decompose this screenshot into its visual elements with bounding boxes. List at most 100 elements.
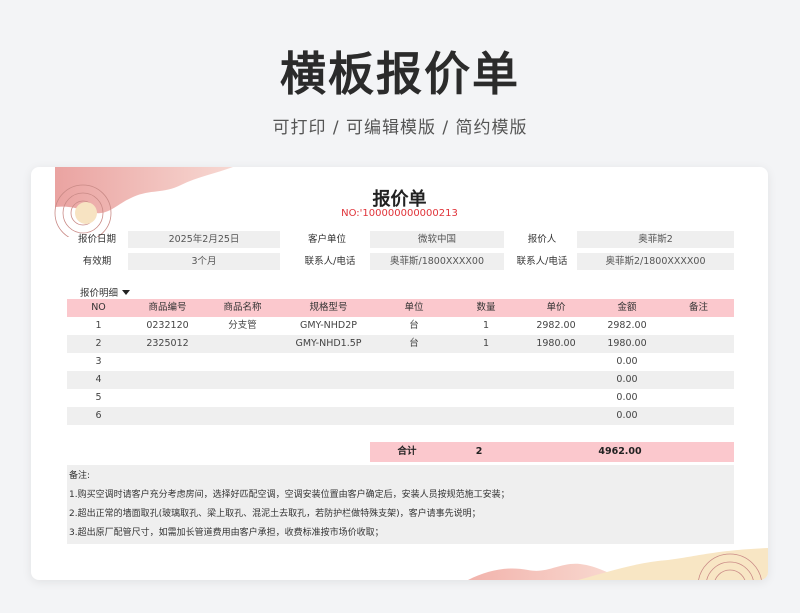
col-header-remark: 备注 <box>688 302 708 313</box>
validity-field[interactable]: 3个月 <box>128 253 280 270</box>
detail-section-label[interactable]: 报价明细 <box>80 285 131 299</box>
cell-qty[interactable] <box>451 407 521 425</box>
cell-price[interactable] <box>521 389 591 407</box>
notes-box[interactable]: 备注: 1.购买空调时请客户充分考虑房间，选择好匹配空调，空调安装位置由客户确定… <box>67 465 734 544</box>
total-qty: 2 <box>475 446 483 457</box>
quoter-field[interactable]: 奥菲斯2 <box>577 231 734 248</box>
cell-qty[interactable] <box>451 389 521 407</box>
cell-unit[interactable]: 台 <box>377 317 451 335</box>
cell-model[interactable]: GMY-NHD1.5P <box>280 335 377 353</box>
note-line-2: 2.超出正常的墙面取孔(玻璃取孔、梁上取孔、混泥土去取孔，若防护栏做特殊支架)，… <box>69 509 481 519</box>
decoration-bottom-right <box>468 548 768 580</box>
detail-label-text: 报价明细 <box>80 288 119 299</box>
cell-no[interactable]: 1 <box>67 317 130 335</box>
cell-price[interactable] <box>521 371 591 389</box>
table-row: 3 0.00 <box>67 353 734 371</box>
cell-model[interactable]: GMY-NHD2P <box>280 317 377 335</box>
client-contact-field[interactable]: 奥菲斯/1800XXXX00 <box>370 253 504 270</box>
cell-name[interactable] <box>205 371 280 389</box>
col-header-code: 商品编号 <box>148 302 187 313</box>
cell-unit[interactable]: 台 <box>377 335 451 353</box>
cell-code[interactable]: 0232120 <box>130 317 205 335</box>
cell-code[interactable]: 2325012 <box>130 335 205 353</box>
hero-subtitle: 可打印 / 可编辑模版 / 简约模版 <box>272 118 528 138</box>
note-line-3: 3.超出原厂配管尺寸，如需加长管道费用由客户承担，收费标准按市场价收取； <box>69 528 384 538</box>
doc-number: NO:'100000000000213 <box>341 208 458 219</box>
cell-model[interactable] <box>280 371 377 389</box>
cell-price[interactable] <box>521 353 591 371</box>
cell-unit[interactable] <box>377 371 451 389</box>
cell-model[interactable] <box>280 353 377 371</box>
cell-unit[interactable] <box>377 389 451 407</box>
total-label: 合计 <box>397 446 417 457</box>
cell-no[interactable]: 4 <box>67 371 130 389</box>
cell-remark[interactable] <box>663 389 734 407</box>
cell-no[interactable]: 3 <box>67 353 130 371</box>
quote-date-field[interactable]: 2025年2月25日 <box>128 231 280 248</box>
cell-name[interactable] <box>205 407 280 425</box>
cell-remark[interactable] <box>663 371 734 389</box>
cell-qty[interactable]: 1 <box>451 335 521 353</box>
cell-name[interactable] <box>205 335 280 353</box>
cell-remark[interactable] <box>663 335 734 353</box>
col-header-unit: 单位 <box>404 302 424 313</box>
validity-label: 有效期 <box>82 256 112 267</box>
col-header-model: 规格型号 <box>309 302 348 313</box>
total-row: 合计 2 4962.00 <box>370 442 734 462</box>
hero-title: 横板报价单 <box>280 47 520 101</box>
cell-unit[interactable] <box>377 353 451 371</box>
col-header-amount: 金额 <box>617 302 637 313</box>
cell-amount[interactable]: 0.00 <box>591 371 663 389</box>
cell-price[interactable]: 2982.00 <box>521 317 591 335</box>
cell-model[interactable] <box>280 407 377 425</box>
cell-name[interactable] <box>205 353 280 371</box>
table-row: 5 0.00 <box>67 389 734 407</box>
cell-qty[interactable] <box>451 353 521 371</box>
cell-remark[interactable] <box>663 317 734 335</box>
cell-amount[interactable]: 0.00 <box>591 407 663 425</box>
cell-qty[interactable] <box>451 371 521 389</box>
quoter-contact-label: 联系人/电话 <box>516 256 568 267</box>
cell-remark[interactable] <box>663 407 734 425</box>
table-row: 4 0.00 <box>67 371 734 389</box>
cell-code[interactable] <box>130 407 205 425</box>
table-row: 2 2325012 GMY-NHD1.5P 台 1 1980.00 1980.00 <box>67 335 734 353</box>
col-header-qty: 数量 <box>476 302 496 313</box>
cell-qty[interactable]: 1 <box>451 317 521 335</box>
col-header-no: NO <box>91 302 106 313</box>
table-row: 1 0232120 分支管 GMY-NHD2P 台 1 2982.00 2982.00 <box>67 317 734 335</box>
cell-no[interactable]: 5 <box>67 389 130 407</box>
quoter-label: 报价人 <box>527 234 557 245</box>
note-line-1: 1.购买空调时请客户充分考虑房间，选择好匹配空调，空调安装位置由客户确定后，安装… <box>69 490 510 500</box>
cell-model[interactable] <box>280 389 377 407</box>
quote-sheet: 报价单 NO:'100000000000213 报价日期 2025年2月25日 … <box>31 167 768 580</box>
cell-name[interactable] <box>205 389 280 407</box>
col-header-name: 商品名称 <box>223 302 262 313</box>
info-row-1: 报价日期 2025年2月25日 客户单位 微软中国 报价人 奥菲斯2 <box>31 231 768 248</box>
total-amount: 4962.00 <box>598 446 642 457</box>
cell-amount[interactable]: 0.00 <box>591 389 663 407</box>
notes-title: 备注: <box>69 471 91 481</box>
cell-no[interactable]: 2 <box>67 335 130 353</box>
cell-code[interactable] <box>130 353 205 371</box>
cell-remark[interactable] <box>663 353 734 371</box>
client-company-field[interactable]: 微软中国 <box>370 231 504 248</box>
cell-price[interactable] <box>521 407 591 425</box>
table-header: NO 商品编号 商品名称 规格型号 单位 数量 单价 金额 备注 <box>67 299 734 317</box>
quoter-contact-field[interactable]: 奥菲斯2/1800XXXX00 <box>577 253 734 270</box>
table-row: 6 0.00 <box>67 407 734 425</box>
quote-table: NO 商品编号 商品名称 规格型号 单位 数量 单价 金额 备注 1 023212… <box>67 299 734 425</box>
quote-date-label: 报价日期 <box>77 234 116 245</box>
cell-no[interactable]: 6 <box>67 407 130 425</box>
cell-amount[interactable]: 1980.00 <box>591 335 663 353</box>
cell-code[interactable] <box>130 389 205 407</box>
client-contact-label: 联系人/电话 <box>304 256 356 267</box>
info-row-2: 有效期 3个月 联系人/电话 奥菲斯/1800XXXX00 联系人/电话 奥菲斯… <box>31 253 768 270</box>
cell-price[interactable]: 1980.00 <box>521 335 591 353</box>
cell-amount[interactable]: 2982.00 <box>591 317 663 335</box>
cell-code[interactable] <box>130 371 205 389</box>
cell-name[interactable]: 分支管 <box>205 317 280 335</box>
dropdown-triangle-icon <box>122 289 131 295</box>
cell-unit[interactable] <box>377 407 451 425</box>
cell-amount[interactable]: 0.00 <box>591 353 663 371</box>
